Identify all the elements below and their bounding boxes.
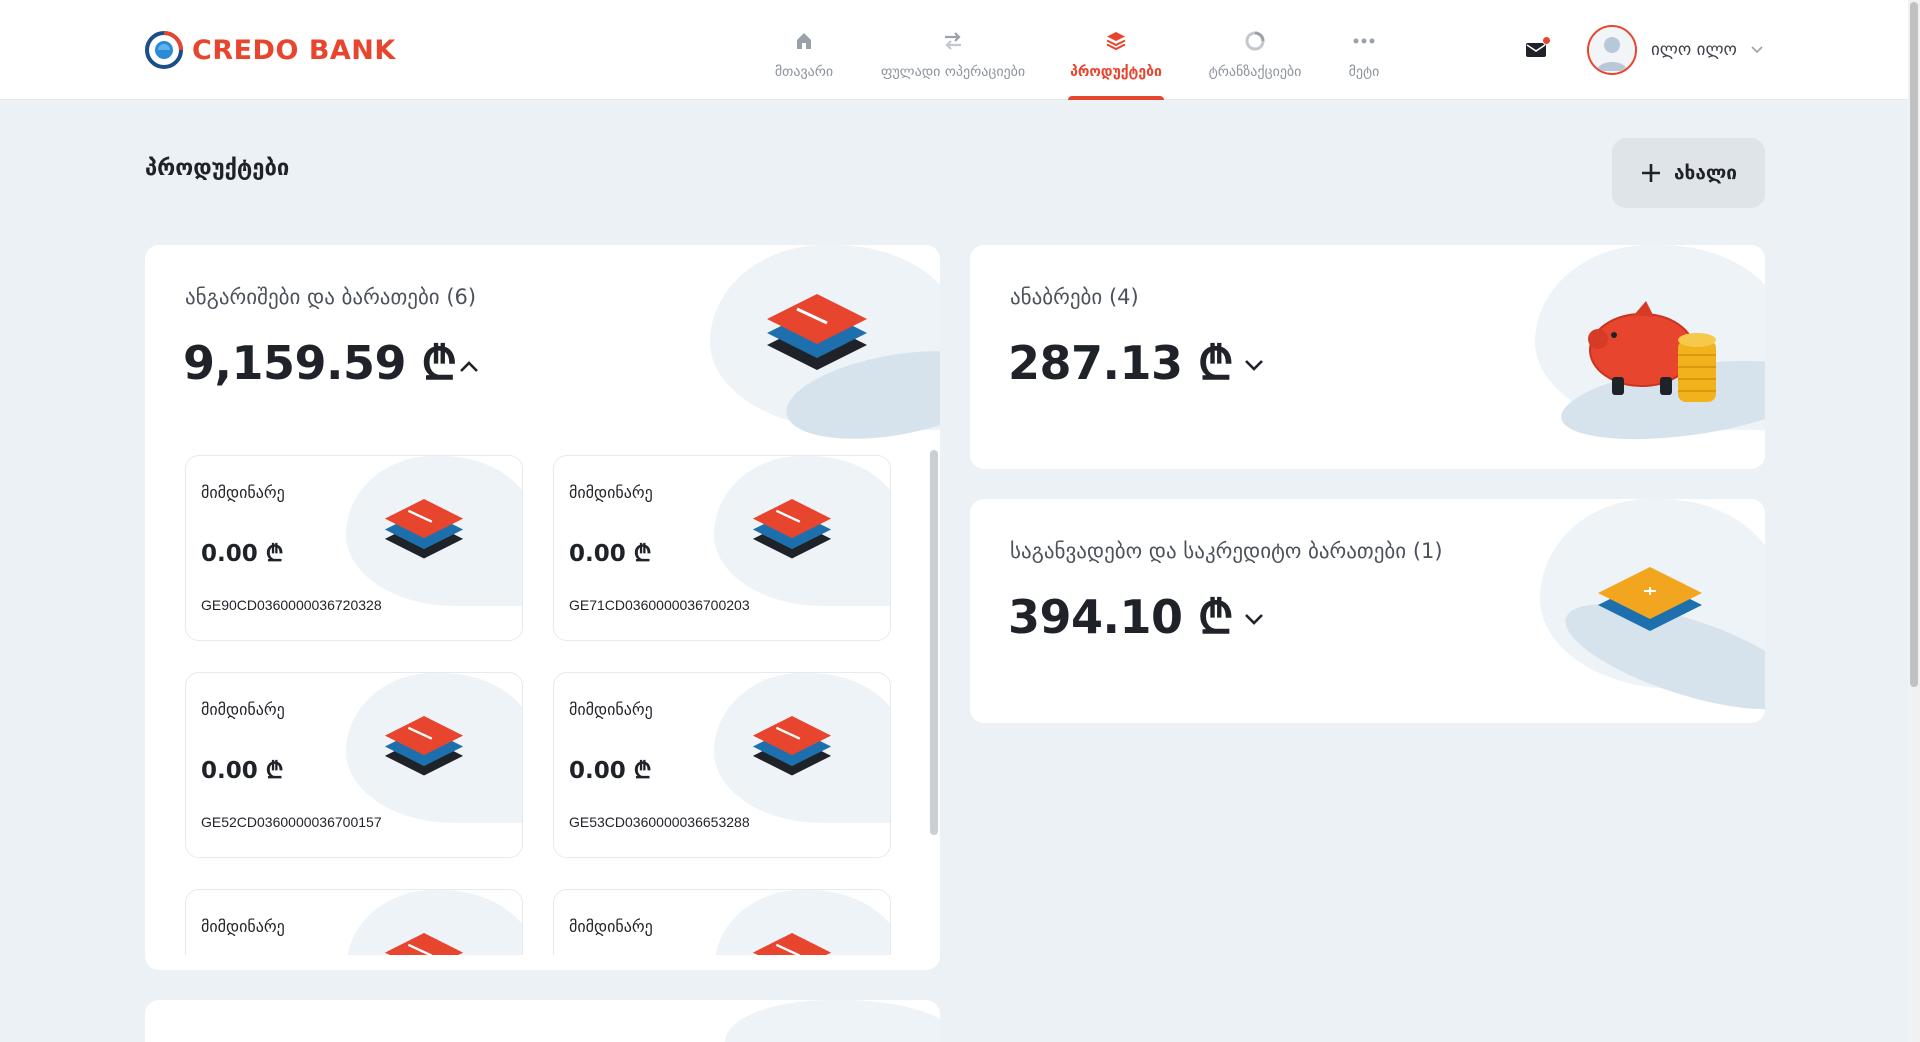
- nav-item-home[interactable]: მთავარი: [771, 0, 837, 100]
- nav-item-products[interactable]: პროდუქტები: [1068, 0, 1164, 100]
- account-item[interactable]: მიმდინარე: [553, 889, 891, 955]
- avatar: [1587, 25, 1637, 75]
- piggy-bank-icon: [1588, 301, 1716, 402]
- credit-cards-title: საგანვადებო და საკრედიტო ბარათები (1): [1010, 539, 1443, 563]
- brand-name: CREDO BANK: [192, 34, 396, 66]
- nav-label-more: მეტი: [1348, 64, 1380, 80]
- cards-stack-icon: [752, 933, 832, 955]
- cards-stack-icon: [384, 716, 464, 776]
- accounts-title: ანგარიშები და ბარათები (6): [185, 285, 477, 309]
- page-scrollbar[interactable]: [1908, 0, 1920, 1042]
- account-iban: GE52CD0360000036700157: [201, 814, 382, 830]
- decor-blob: [725, 1000, 940, 1042]
- nav-label-home: მთავარი: [774, 64, 834, 80]
- account-type: მიმდინარე: [201, 700, 285, 719]
- credit-cards-card: საგანვადებო და საკრედიტო ბარათები (1) 39…: [970, 499, 1765, 723]
- accounts-list: მიმდინარე 0.00 ₾ GE90CD0360000036720328 …: [145, 450, 940, 955]
- cards-stack-icon: [752, 499, 832, 559]
- cards-stack-icon: [384, 933, 464, 955]
- account-type: მიმდინარე: [201, 917, 285, 936]
- cards-stack-icon: [767, 294, 867, 370]
- chevron-down-icon: [1751, 46, 1763, 54]
- plus-icon: [1642, 164, 1661, 182]
- next-product-card: [145, 1000, 940, 1042]
- user-menu[interactable]: ილო ილო: [1587, 25, 1763, 75]
- deposits-amount: 287.13 ₾: [1008, 336, 1234, 390]
- chevron-up-icon[interactable]: [455, 353, 483, 381]
- stack-icon: [1105, 30, 1127, 52]
- accounts-amount: 9,159.59 ₾: [183, 336, 457, 390]
- account-iban: GE71CD0360000036700203: [569, 597, 750, 613]
- account-type: მიმდინარე: [569, 483, 653, 502]
- cards-stack-icon: [384, 499, 464, 559]
- user-avatar-icon: [1597, 37, 1627, 71]
- nav-label-transfers: ფულადი ოპერაციები: [880, 64, 1026, 80]
- active-tab-indicator: [1068, 96, 1164, 100]
- notification-dot: [1542, 36, 1551, 45]
- account-balance: 0.00 ₾: [201, 758, 284, 784]
- accounts-card: ანგარიშები და ბარათები (6) 9,159.59 ₾ მი…: [145, 245, 940, 970]
- credit-cards-amount: 394.10 ₾: [1008, 590, 1234, 644]
- mail-button[interactable]: [1525, 36, 1551, 59]
- top-header: CREDO BANK მთავარი ფულადი ოპერაციები პრო…: [0, 0, 1908, 100]
- account-item[interactable]: მიმდინარე 0.00 ₾ GE52CD0360000036700157: [185, 672, 523, 858]
- credo-logo-icon: [144, 30, 184, 70]
- account-iban: GE53CD0360000036653288: [569, 814, 750, 830]
- credit-card-icon: [1598, 567, 1702, 631]
- cards-stack-icon: [752, 716, 832, 776]
- history-icon: [1244, 30, 1266, 52]
- more-icon: [1353, 30, 1375, 52]
- accounts-list-scrollbar[interactable]: [930, 450, 938, 835]
- account-item[interactable]: მიმდინარე 0.00 ₾ GE71CD0360000036700203: [553, 455, 891, 641]
- account-balance: 0.00 ₾: [569, 758, 652, 784]
- account-balance: 0.00 ₾: [201, 541, 284, 567]
- deposits-card: ანაბრები (4) 287.13 ₾: [970, 245, 1765, 469]
- nav-item-transfers[interactable]: ფულადი ოპერაციები: [873, 0, 1033, 100]
- nav-item-more[interactable]: მეტი: [1344, 0, 1384, 100]
- user-name: ილო ილო: [1651, 40, 1737, 60]
- add-new-label: ახალი: [1674, 162, 1737, 184]
- add-new-button[interactable]: ახალი: [1612, 138, 1765, 208]
- account-type: მიმდინარე: [569, 917, 653, 936]
- chevron-down-icon[interactable]: [1240, 351, 1268, 379]
- nav-item-transactions[interactable]: ტრანზაქციები: [1201, 0, 1309, 100]
- chevron-down-icon[interactable]: [1240, 605, 1268, 633]
- account-type: მიმდინარე: [569, 700, 653, 719]
- page-title: პროდუქტები: [145, 156, 290, 181]
- transfer-icon: [942, 30, 964, 52]
- deposits-title: ანაბრები (4): [1010, 285, 1139, 309]
- account-type: მიმდინარე: [201, 483, 285, 502]
- account-balance: 0.00 ₾: [569, 541, 652, 567]
- page-scrollbar-thumb[interactable]: [1910, 2, 1918, 687]
- nav-label-products: პროდუქტები: [1070, 64, 1162, 80]
- nav-label-transactions: ტრანზაქციები: [1208, 64, 1302, 80]
- account-item[interactable]: მიმდინარე: [185, 889, 523, 955]
- account-item[interactable]: მიმდინარე 0.00 ₾ GE53CD0360000036653288: [553, 672, 891, 858]
- credo-bank-logo[interactable]: CREDO BANK: [144, 29, 396, 71]
- account-item[interactable]: მიმდინარე 0.00 ₾ GE90CD0360000036720328: [185, 455, 523, 641]
- home-icon: [794, 30, 814, 52]
- account-iban: GE90CD0360000036720328: [201, 597, 382, 613]
